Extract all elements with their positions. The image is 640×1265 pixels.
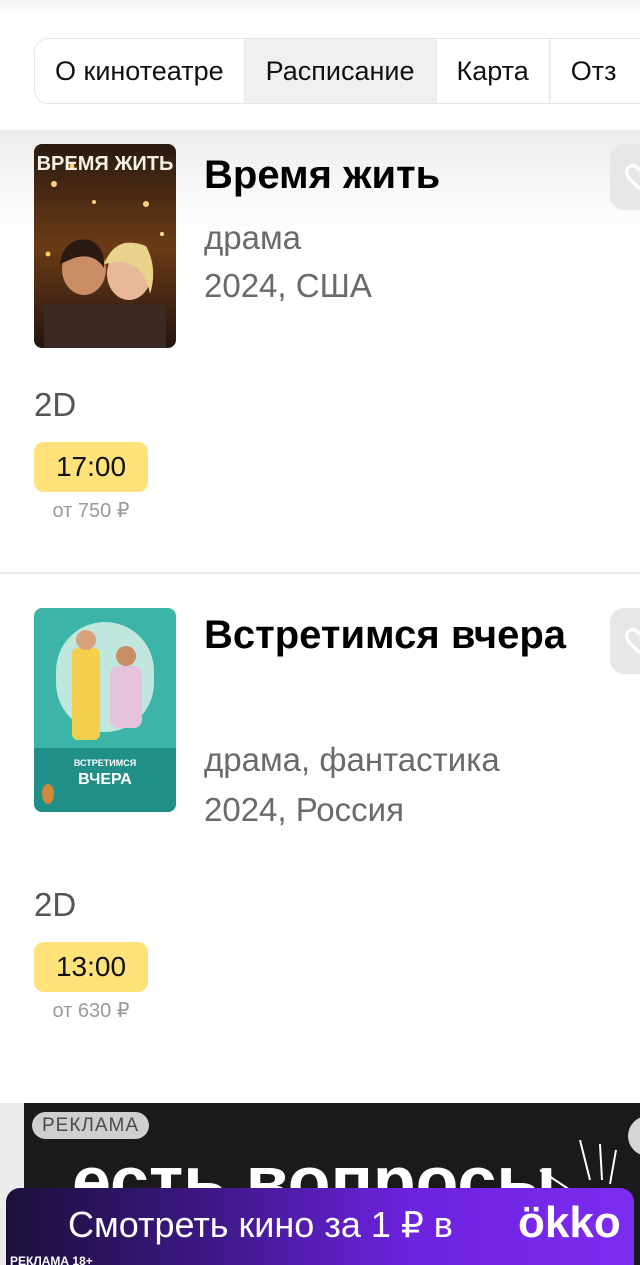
okko-promo-banner[interactable]: Смотреть кино за 1 ₽ в ökko <box>6 1188 634 1265</box>
tab-map[interactable]: Карта <box>434 39 549 103</box>
heart-icon <box>624 164 640 191</box>
tab-schedule[interactable]: Расписание <box>243 39 435 103</box>
session-price: от 750 ₽ <box>52 500 130 522</box>
movie-card: ВРЕМЯ ЖИТЬ Время жить драма 2024, США 2D… <box>0 130 640 570</box>
svg-text:ВСТРЕТИМСЯ: ВСТРЕТИМСЯ <box>74 758 136 768</box>
svg-text:ВЧЕРА: ВЧЕРА <box>78 771 132 788</box>
session-time-button[interactable]: 13:00 <box>34 942 148 992</box>
movie-title[interactable]: Встретимся вчера <box>204 604 604 666</box>
favorite-button[interactable] <box>610 608 640 674</box>
movie-year-country: 2024, Россия <box>204 791 404 828</box>
top-divider <box>0 0 640 12</box>
movie-card: ВСТРЕТИМСЯ ВЧЕРА Встретимся вчера драма,… <box>0 572 640 1072</box>
okko-logo: ökko <box>518 1198 621 1247</box>
movie-poster[interactable]: ВСТРЕТИМСЯ ВЧЕРА <box>34 608 176 812</box>
promo-text: Смотреть кино за 1 ₽ в <box>68 1204 453 1245</box>
session-time-button[interactable]: 17:00 <box>34 442 148 492</box>
session-format: 2D <box>34 386 77 423</box>
session-format: 2D <box>34 886 77 923</box>
movie-genre: драма, фантастика <box>204 741 500 778</box>
svg-text:ВРЕМЯ ЖИТЬ: ВРЕМЯ ЖИТЬ <box>37 153 174 175</box>
cinema-page: О кинотеатре Расписание Карта Отз ВРЕМЯ … <box>0 0 640 1265</box>
poster-vremya-zhit-icon: ВРЕМЯ ЖИТЬ <box>34 144 176 348</box>
poster-vstretimsya-vchera-icon: ВСТРЕТИМСЯ ВЧЕРА <box>34 608 176 812</box>
session-price: от 630 ₽ <box>52 1000 130 1022</box>
movie-poster[interactable]: ВРЕМЯ ЖИТЬ <box>34 144 176 348</box>
tab-reviews[interactable]: Отз <box>548 39 637 103</box>
movie-year-country: 2024, США <box>204 267 372 304</box>
favorite-button[interactable] <box>610 144 640 210</box>
ad-label: РЕКЛАМА <box>32 1112 150 1139</box>
heart-icon <box>624 628 640 655</box>
ad-age-label: РЕКЛАМА 18+ <box>10 1254 93 1265</box>
movie-title[interactable]: Время жить <box>204 144 604 206</box>
tab-about[interactable]: О кинотеатре <box>35 39 244 103</box>
movie-genre: драма <box>204 219 302 256</box>
cinema-tabs: О кинотеатре Расписание Карта Отз <box>34 38 640 104</box>
